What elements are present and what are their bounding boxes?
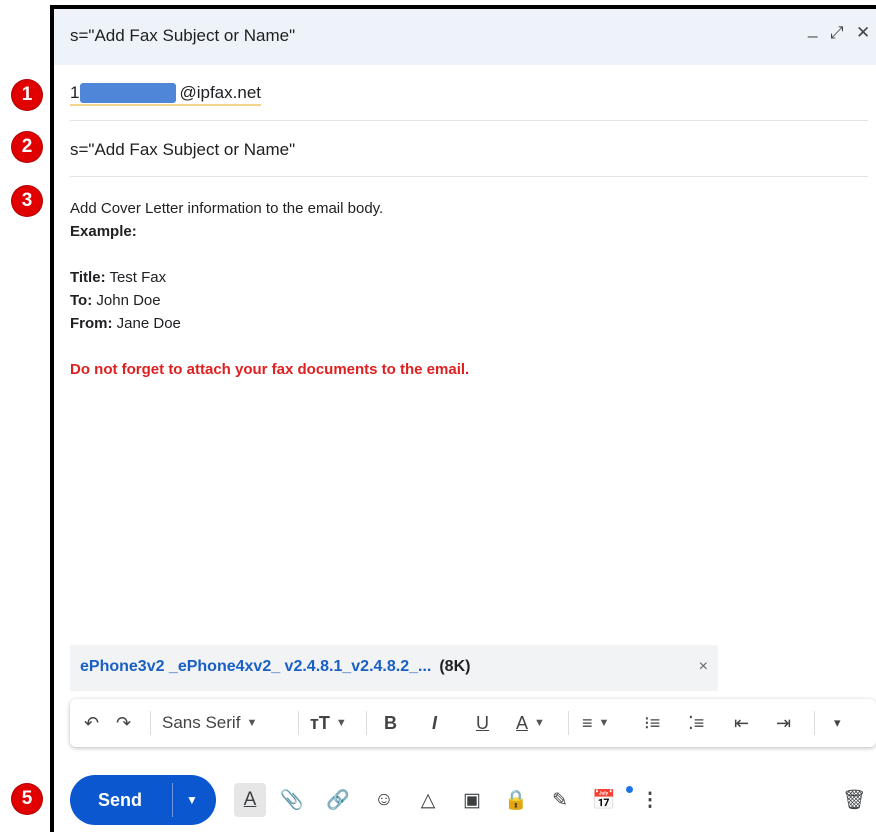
recipient-domain: @ipfax.net	[179, 83, 261, 102]
align-icon[interactable]: ≡ ▼	[582, 699, 609, 747]
attachment-size: (8K)	[439, 658, 471, 675]
signature-icon[interactable]: ✎	[544, 783, 576, 817]
expand-icon[interactable]: ⤢	[830, 23, 844, 43]
notification-dot	[626, 786, 633, 793]
indent-less-icon[interactable]: ⇤	[734, 699, 749, 747]
remove-attachment-icon[interactable]: ×	[699, 658, 708, 676]
drive-icon[interactable]: △	[412, 783, 444, 817]
compose-window: s="Add Fax Subject or Name" _ ⤢ ✕ 1 @ipf…	[50, 5, 876, 832]
step-badge-5: 5	[12, 784, 42, 814]
body-example-label: Example:	[70, 223, 137, 240]
emoji-icon[interactable]: ☺	[368, 783, 400, 817]
attach-file-icon[interactable]: 📎	[276, 783, 308, 817]
indent-more-icon[interactable]: ⇥	[776, 699, 791, 747]
subject-field[interactable]: s="Add Fax Subject or Name"	[70, 140, 295, 160]
schedule-send-caret-icon[interactable]: ▼	[186, 793, 198, 807]
step-badge-3: 3	[12, 186, 42, 216]
attachment-chip[interactable]: ePhone3v2 _ePhone4xv2_ v2.4.8.1_v2.4.8.2…	[70, 645, 718, 691]
undo-icon[interactable]: ↶	[84, 699, 99, 747]
redaction-box	[80, 83, 177, 103]
redo-icon[interactable]: ↷	[116, 699, 131, 747]
font-size-icon[interactable]: тT ▼	[310, 699, 347, 747]
attachment-name[interactable]: ePhone3v2 _ePhone4xv2_ v2.4.8.1_v2.4.8.2…	[80, 658, 470, 676]
send-label: Send	[98, 790, 143, 810]
compose-header: s="Add Fax Subject or Name" _ ⤢ ✕	[54, 9, 876, 65]
body-warning: Do not forget to attach your fax documen…	[70, 361, 470, 378]
more-formatting-icon[interactable]: ▾	[834, 699, 841, 747]
close-icon[interactable]: ✕	[856, 23, 870, 43]
body-intro: Add Cover Letter information to the emai…	[70, 200, 384, 217]
insert-photo-icon[interactable]: ▣	[456, 783, 488, 817]
body-field-to: To: John Doe	[70, 292, 161, 309]
formatting-toolbar: ↶ ↷ Sans Serif ▼ тT ▼ B I U A ▼ ≡ ▼ ⁝≡ ⁚≡ ⇤ …	[70, 699, 876, 747]
divider	[70, 176, 868, 177]
schedule-icon[interactable]: 📅	[588, 783, 620, 817]
italic-icon[interactable]: I	[432, 699, 437, 747]
body-field-from: From: Jane Doe	[70, 315, 181, 332]
confidential-mode-icon[interactable]: 🔒	[500, 783, 532, 817]
formatting-options-icon[interactable]: A	[234, 783, 266, 817]
underline-icon[interactable]: U	[476, 699, 489, 747]
body-field-title: Title: Test Fax	[70, 269, 167, 286]
discard-draft-icon[interactable]: 🗑	[838, 783, 870, 817]
font-family-select[interactable]: Sans Serif ▼	[162, 699, 257, 747]
to-field[interactable]: 1 @ipfax.net	[70, 83, 261, 106]
step-badge-2: 2	[12, 132, 42, 162]
compose-title: s="Add Fax Subject or Name"	[70, 26, 296, 45]
step-badge-1: 1	[12, 80, 42, 110]
divider	[70, 120, 868, 121]
numbered-list-icon[interactable]: ⁝≡	[644, 699, 660, 747]
message-body[interactable]: Add Cover Letter information to the emai…	[70, 197, 850, 381]
recipient-prefix: 1	[70, 83, 80, 102]
bulleted-list-icon[interactable]: ⁚≡	[688, 699, 704, 747]
send-button[interactable]: Send ▼	[70, 775, 216, 825]
bold-icon[interactable]: B	[384, 699, 397, 747]
text-color-icon[interactable]: A ▼	[516, 699, 545, 747]
more-options-icon[interactable]: ⋮	[634, 783, 666, 817]
insert-link-icon[interactable]: 🔗	[322, 783, 354, 817]
recipient-chip[interactable]: 1 @ipfax.net	[70, 83, 261, 106]
minimize-icon[interactable]: _	[808, 19, 817, 39]
